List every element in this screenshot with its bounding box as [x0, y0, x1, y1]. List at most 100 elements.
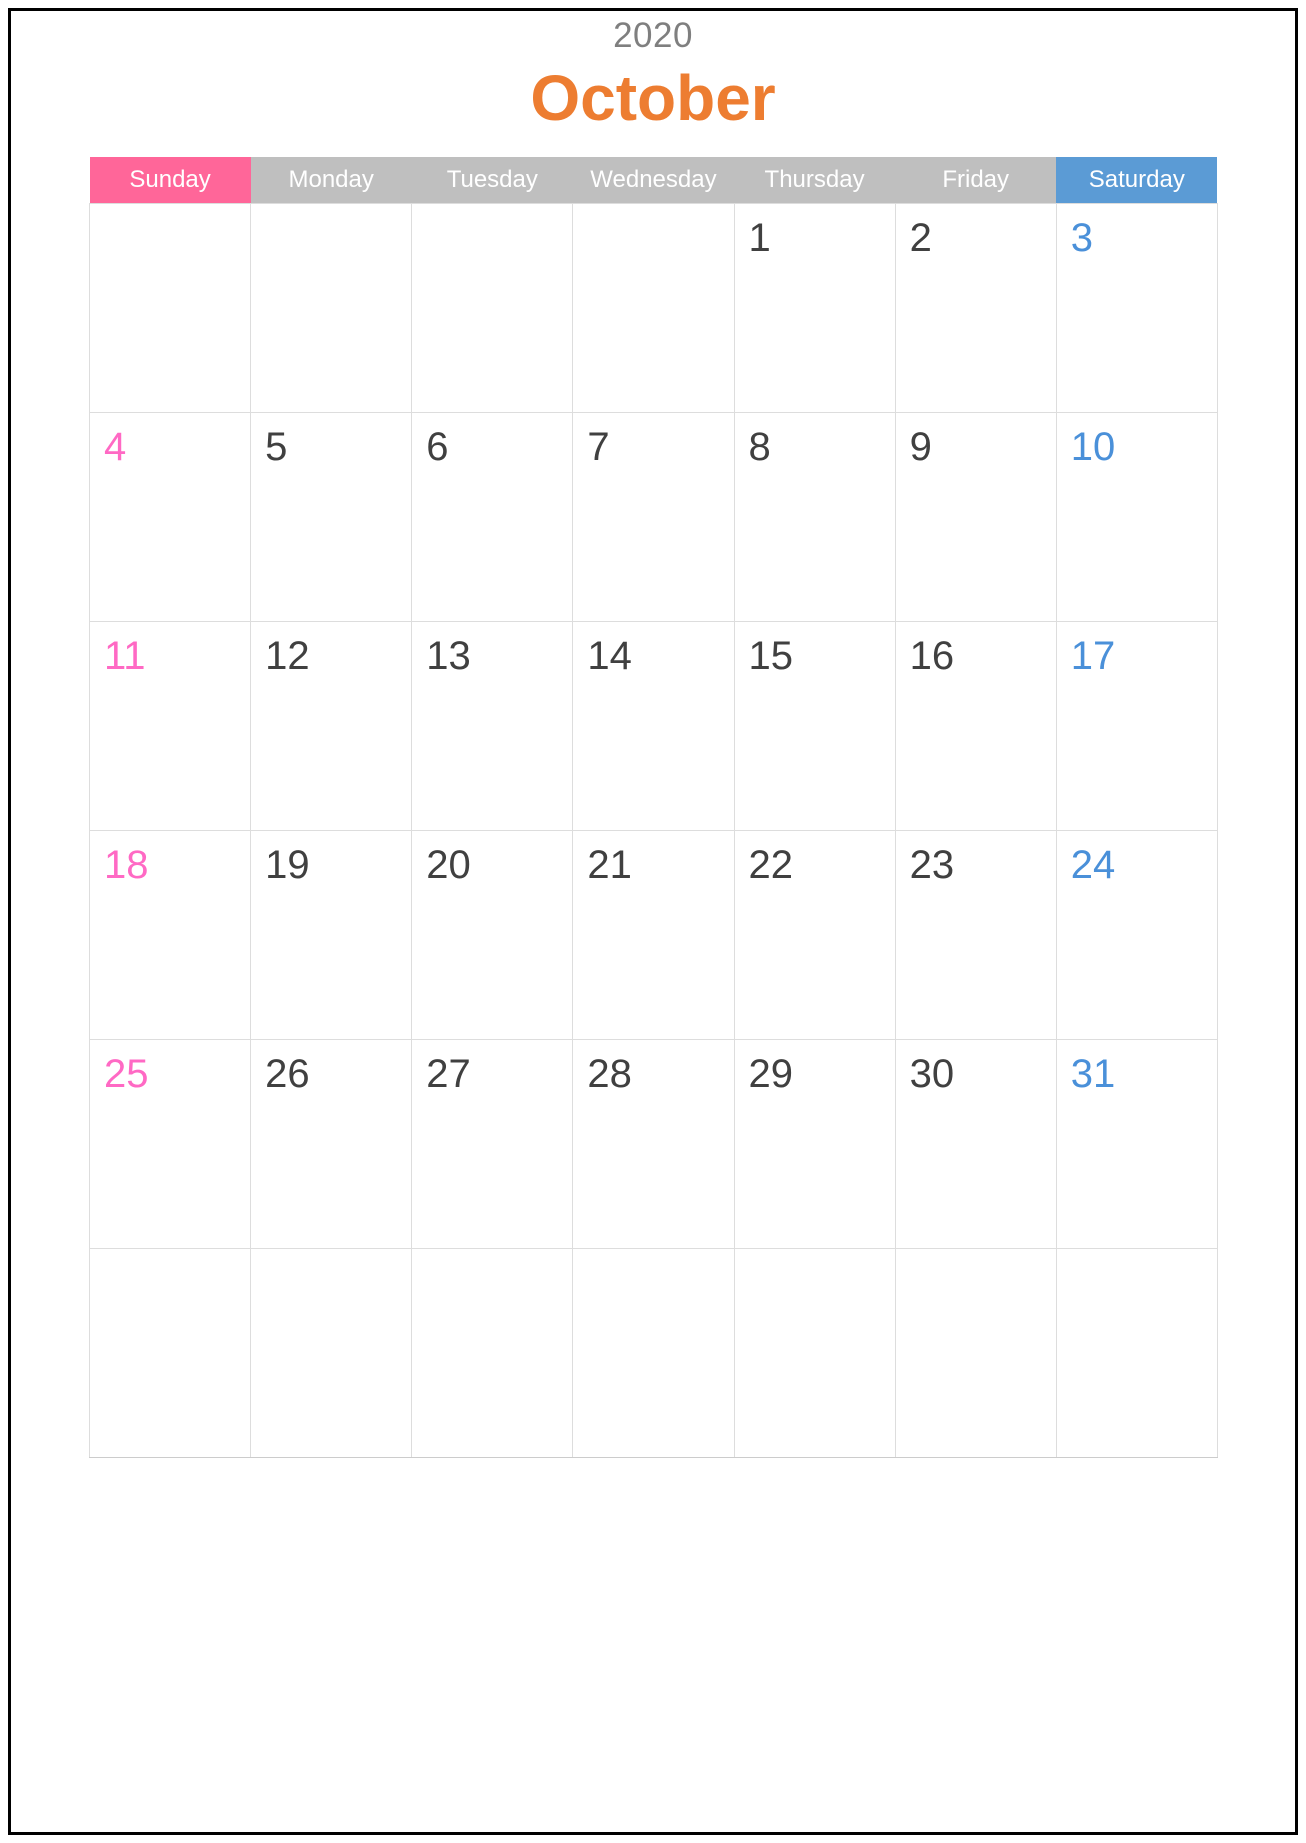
weekday-header-sunday: Sunday	[89, 157, 251, 204]
calendar-day-number: 23	[909, 843, 955, 887]
calendar-day-number: 27	[426, 1052, 471, 1096]
calendar-day-cell[interactable]	[411, 1248, 574, 1458]
calendar-day-number: 25	[104, 1052, 149, 1096]
calendar-day-number: 30	[909, 1052, 955, 1096]
calendar-day-cell[interactable]: 23	[894, 830, 1057, 1040]
calendar-day-number: 15	[748, 634, 794, 678]
calendar-day-cell[interactable]: 31	[1055, 1039, 1218, 1249]
calendar-day-number: 9	[909, 425, 932, 469]
calendar-day-number: 12	[265, 634, 310, 678]
calendar-day-cell[interactable]: 5	[250, 412, 413, 622]
calendar-day-number: 6	[426, 425, 449, 469]
calendar-day-cell[interactable]: 22	[733, 830, 896, 1040]
calendar-day-cell[interactable]: 6	[411, 412, 574, 622]
calendar-day-cell[interactable]: 3	[1055, 203, 1218, 413]
calendar-day-number: 20	[426, 843, 471, 887]
calendar-day-cell[interactable]	[411, 203, 574, 413]
calendar-day-number: 21	[587, 843, 632, 887]
calendar-day-cell[interactable]: 10	[1055, 412, 1218, 622]
calendar-day-cell[interactable]	[894, 1248, 1057, 1458]
calendar-day-number-empty	[735, 1249, 895, 1263]
calendar-day-number: 19	[265, 843, 310, 887]
calendar-day-cell[interactable]: 9	[894, 412, 1057, 622]
calendar-week-row: 11 12 13 14 15 16 17	[88, 621, 1218, 831]
calendar-day-number: 17	[1070, 634, 1116, 678]
calendar-day-number-empty	[573, 1249, 733, 1263]
calendar-day-cell[interactable]: 24	[1055, 830, 1218, 1040]
calendar-month-title: October	[530, 62, 776, 134]
calendar-day-number-empty	[251, 204, 411, 218]
calendar-day-cell[interactable]: 13	[411, 621, 574, 831]
weekday-header-thursday: Thursday	[734, 157, 896, 204]
calendar-day-cell[interactable]: 8	[733, 412, 896, 622]
calendar-day-number: 3	[1070, 216, 1093, 260]
calendar-day-number: 29	[748, 1052, 794, 1096]
calendar-day-number-empty	[251, 1249, 411, 1263]
calendar-day-cell[interactable]: 2	[894, 203, 1057, 413]
calendar-day-cell[interactable]	[1055, 1248, 1218, 1458]
calendar-day-cell[interactable]: 20	[411, 830, 574, 1040]
calendar-day-cell[interactable]: 17	[1055, 621, 1218, 831]
calendar-grid: Sunday Monday Tuesday Wednesday Thursday Frid…	[88, 157, 1218, 1458]
calendar-day-number: 24	[1070, 843, 1116, 887]
calendar-day-number-empty	[412, 1249, 572, 1263]
calendar-day-cell[interactable]: 28	[572, 1039, 735, 1249]
calendar-page: 2020 October Sunday Monday Tuesday Wednesda…	[0, 0, 1306, 1843]
calendar-day-number-empty	[1057, 1249, 1217, 1263]
calendar-day-cell[interactable]: 12	[250, 621, 413, 831]
calendar-day-number: 5	[265, 425, 288, 469]
calendar-day-number: 4	[104, 425, 127, 469]
calendar-day-cell[interactable]: 18	[88, 830, 252, 1040]
calendar-day-number: 16	[909, 634, 955, 678]
weekday-header-friday: Friday	[895, 157, 1057, 204]
calendar-day-cell[interactable]: 30	[894, 1039, 1057, 1249]
calendar-day-cell[interactable]: 1	[733, 203, 896, 413]
calendar-day-number: 7	[587, 425, 610, 469]
weekday-header-wednesday: Wednesday	[572, 157, 734, 204]
calendar-weeks-body: 1 2 3 4 5 6 7 8 9 10 11 12 13 14 15 16 17 18 19 20 21 22 23 24 2…	[88, 203, 1218, 1458]
calendar-day-cell[interactable]: 11	[88, 621, 252, 831]
calendar-day-number: 10	[1070, 425, 1116, 469]
calendar-day-number: 26	[265, 1052, 310, 1096]
calendar-week-row	[88, 1248, 1218, 1458]
calendar-day-cell[interactable]	[250, 203, 413, 413]
calendar-day-cell[interactable]: 15	[733, 621, 896, 831]
calendar-title-block: 2020 October	[0, 14, 1306, 136]
calendar-year: 2020	[613, 16, 693, 55]
calendar-day-cell[interactable]	[733, 1248, 896, 1458]
weekday-header-monday: Monday	[250, 157, 412, 204]
calendar-day-cell[interactable]: 27	[411, 1039, 574, 1249]
calendar-day-number: 11	[104, 634, 146, 678]
calendar-day-number-empty	[90, 1249, 250, 1263]
calendar-day-cell[interactable]	[250, 1248, 413, 1458]
calendar-day-cell[interactable]: 21	[572, 830, 735, 1040]
calendar-day-number: 18	[104, 843, 149, 887]
calendar-day-number-empty	[896, 1249, 1056, 1263]
calendar-day-cell[interactable]: 29	[733, 1039, 896, 1249]
calendar-day-number: 14	[587, 634, 632, 678]
calendar-day-number-empty	[90, 204, 250, 218]
calendar-day-number-empty	[573, 204, 733, 218]
calendar-week-row: 1 2 3	[88, 203, 1218, 413]
calendar-day-cell[interactable]: 4	[88, 412, 252, 622]
calendar-day-cell[interactable]: 19	[250, 830, 413, 1040]
calendar-week-row: 25 26 27 28 29 30 31	[88, 1039, 1218, 1249]
calendar-weekday-header-row: Sunday Monday Tuesday Wednesday Thursday Frid…	[89, 157, 1218, 204]
weekday-header-tuesday: Tuesday	[411, 157, 573, 204]
weekday-header-saturday: Saturday	[1056, 157, 1218, 204]
calendar-day-cell[interactable]	[572, 1248, 735, 1458]
calendar-day-number: 31	[1070, 1052, 1116, 1096]
calendar-day-number-empty	[412, 204, 572, 218]
calendar-day-cell[interactable]	[572, 203, 735, 413]
calendar-week-row: 4 5 6 7 8 9 10	[88, 412, 1218, 622]
calendar-day-cell[interactable]: 26	[250, 1039, 413, 1249]
calendar-day-cell[interactable]: 25	[88, 1039, 252, 1249]
calendar-day-cell[interactable]: 7	[572, 412, 735, 622]
calendar-day-cell[interactable]	[88, 203, 252, 413]
calendar-day-cell[interactable]	[88, 1248, 252, 1458]
calendar-day-cell[interactable]: 16	[894, 621, 1057, 831]
calendar-day-cell[interactable]: 14	[572, 621, 735, 831]
calendar-day-number: 2	[909, 216, 932, 260]
calendar-day-number: 8	[748, 425, 771, 469]
calendar-day-number: 1	[748, 216, 771, 260]
